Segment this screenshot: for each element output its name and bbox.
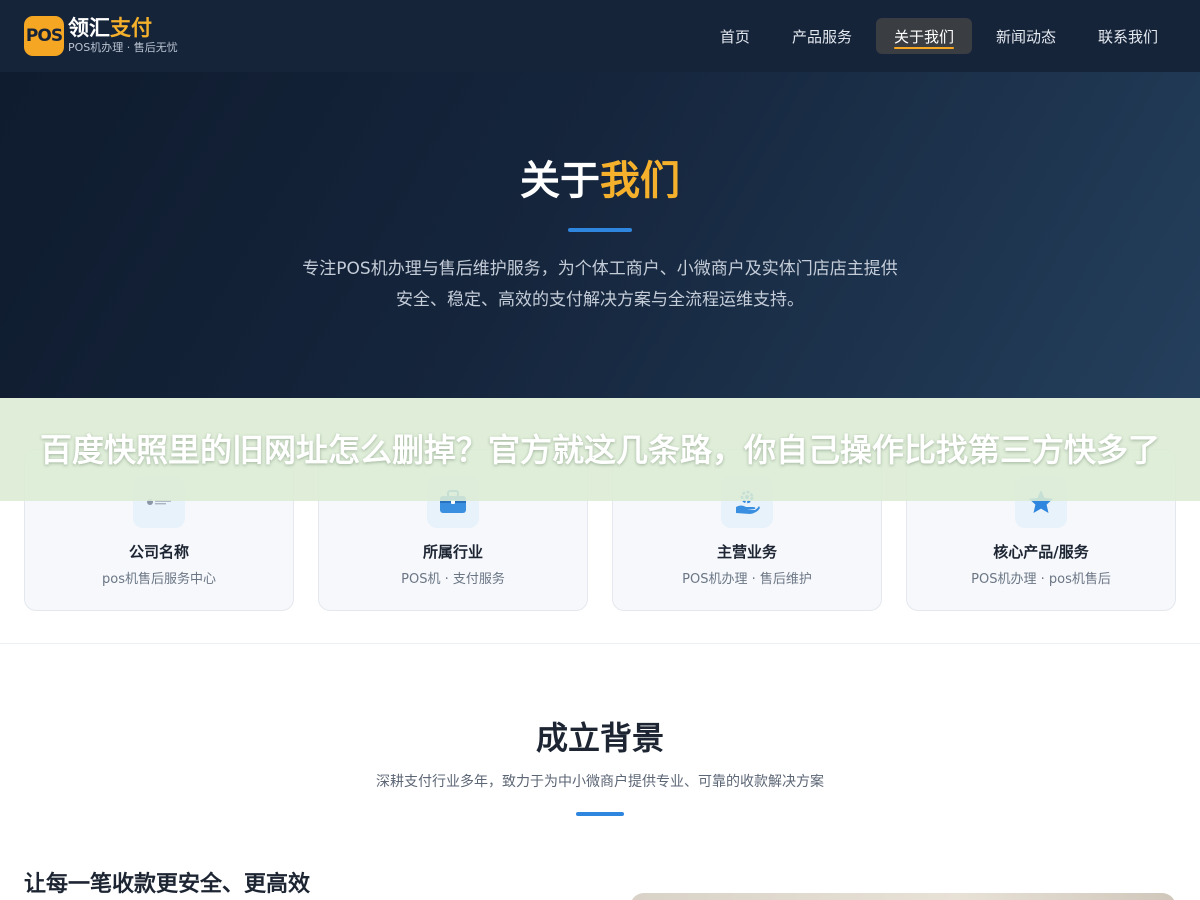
brand[interactable]: 领汇支付 POS机办理 · 售后无忧 <box>68 16 178 55</box>
site-header: POS 领汇支付 POS机办理 · 售后无忧 首页 产品服务 关于我们 新闻动态… <box>0 0 1200 72</box>
brand-name-main: 领汇 <box>68 16 110 40</box>
hero-title-main: 关于 <box>520 158 600 204</box>
card-value: POS机 · 支付服务 <box>401 572 505 587</box>
card-value: pos机售后服务中心 <box>102 572 216 587</box>
section-divider <box>0 643 1200 644</box>
card-label: 公司名称 <box>128 543 189 561</box>
nav-item-products[interactable]: 产品服务 <box>774 18 870 54</box>
background-section-image <box>630 893 1176 900</box>
nav-item-contact[interactable]: 联系我们 <box>1080 18 1176 54</box>
nav-item-about[interactable]: 关于我们 <box>875 18 972 54</box>
hero-section: 关于我们 专注POS机办理与售后维护服务，为个体工商户、小微商户及实体门店店主提… <box>0 72 1200 398</box>
brand-name: 领汇支付 <box>68 16 178 40</box>
card-label: 主营业务 <box>716 543 777 561</box>
background-section-title: 成立背景 <box>535 719 664 757</box>
background-section-desc: 深耕支付行业多年，致力于为中小微商户提供专业、可靠的收款解决方案 <box>376 774 824 790</box>
card-value: POS机办理 · pos机售后 <box>971 572 1111 587</box>
hero-title: 关于我们 <box>0 155 1200 207</box>
article-title: 百度快照里的旧网址怎么删掉？官方就这几条路，你自己操作比找第三方快多了 <box>40 430 1161 469</box>
main-nav: 首页 产品服务 关于我们 新闻动态 联系我们 <box>702 18 1176 54</box>
article-title-banner: 百度快照里的旧网址怎么删掉？官方就这几条路，你自己操作比找第三方快多了 <box>0 398 1200 501</box>
card-label: 核心产品/服务 <box>993 543 1089 561</box>
background-section-underline <box>576 812 624 816</box>
hero-desc-line1: 专注POS机办理与售后维护服务，为个体工商户、小微商户及实体门店店主提供 <box>302 259 898 279</box>
card-value: POS机办理 · 售后维护 <box>682 572 812 587</box>
brand-subtitle: POS机办理 · 售后无忧 <box>68 41 178 54</box>
brand-logo[interactable]: POS <box>24 16 64 56</box>
background-section-heading: 让每一笔收款更安全、更高效 <box>24 872 311 897</box>
nav-item-news[interactable]: 新闻动态 <box>978 18 1074 54</box>
hero-title-underline <box>568 228 632 232</box>
hero-desc-line2: 安全、稳定、高效的支付解决方案与全流程运维支持。 <box>396 290 804 310</box>
nav-item-home[interactable]: 首页 <box>702 18 768 54</box>
hero-title-accent: 我们 <box>600 158 680 204</box>
logo-mark: POS <box>25 26 63 46</box>
brand-name-accent: 支付 <box>110 16 152 40</box>
hero-description: 专注POS机办理与售后维护服务，为个体工商户、小微商户及实体门店店主提供 安全、… <box>250 254 950 316</box>
card-label: 所属行业 <box>422 543 483 561</box>
